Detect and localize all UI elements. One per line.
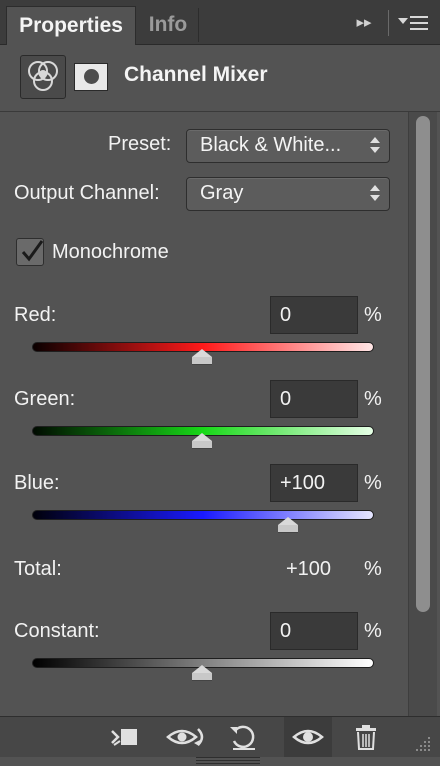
bottom-toolbar [0, 716, 440, 757]
total-percent-unit: % [364, 558, 382, 580]
blue-slider-thumb[interactable] [278, 517, 298, 533]
constant-value: 0 [280, 620, 292, 642]
constant-label: Constant: [14, 620, 100, 642]
monochrome-label: Monochrome [52, 241, 169, 263]
blue-value-field[interactable]: +100 [270, 464, 358, 502]
red-slider-thumb[interactable] [192, 349, 212, 365]
red-value-field[interactable]: 0 [270, 296, 358, 334]
checkmark-icon [21, 240, 44, 262]
vertical-scrollbar[interactable] [408, 112, 437, 716]
constant-slider-thumb[interactable] [192, 665, 212, 681]
tabbar-separator [388, 10, 389, 36]
layer-mask-icon[interactable] [74, 63, 108, 91]
resize-grip-icon[interactable] [410, 733, 432, 753]
output-channel-value: Gray [200, 182, 244, 204]
blue-percent-unit: % [364, 472, 382, 494]
constant-percent-unit: % [364, 620, 382, 642]
dropdown-arrows-icon [370, 137, 380, 155]
preset-label: Preset: [108, 133, 172, 155]
monochrome-checkbox[interactable] [16, 238, 44, 266]
red-value: 0 [280, 304, 292, 326]
collapse-panel-icon[interactable]: ▸▸ [352, 12, 376, 34]
adjustment-title: Channel Mixer [124, 63, 268, 86]
tab-properties[interactable]: Properties [6, 6, 136, 45]
clip-to-layer-icon[interactable] [106, 717, 146, 757]
view-previous-state-icon[interactable] [164, 717, 204, 757]
preset-value: Black & White... [200, 134, 342, 156]
total-value: +100 [286, 558, 332, 580]
blue-slider-track[interactable] [32, 510, 374, 520]
toggle-visibility-icon[interactable] [284, 717, 332, 757]
blue-label: Blue: [14, 472, 60, 494]
red-label: Red: [14, 304, 57, 326]
properties-header: Channel Mixer [0, 45, 440, 112]
preset-dropdown[interactable]: Black & White... [186, 129, 390, 163]
panel-menu-icon[interactable] [396, 12, 432, 34]
panel-resize-handle[interactable] [196, 757, 260, 766]
tab-divider [198, 8, 199, 42]
green-value: 0 [280, 388, 292, 410]
reset-icon[interactable] [224, 717, 264, 757]
red-percent-unit: % [364, 304, 382, 326]
total-label: Total: [14, 558, 62, 580]
channel-mixer-adjustment-icon[interactable] [20, 55, 66, 99]
green-value-field[interactable]: 0 [270, 380, 358, 418]
green-slider-thumb[interactable] [192, 433, 212, 449]
scrollbar-thumb[interactable] [416, 116, 430, 612]
output-channel-dropdown[interactable]: Gray [186, 177, 390, 211]
properties-panel: Properties Info ▸▸ Channel Mixer Preset: [0, 0, 440, 766]
blue-value: +100 [280, 472, 326, 494]
tab-info[interactable]: Info [138, 6, 198, 44]
constant-value-field[interactable]: 0 [270, 612, 358, 650]
delete-icon[interactable] [346, 717, 386, 757]
green-percent-unit: % [364, 388, 382, 410]
green-label: Green: [14, 388, 76, 410]
panel-tab-bar: Properties Info ▸▸ [0, 0, 440, 45]
dropdown-arrows-icon [370, 185, 380, 203]
output-channel-label: Output Channel: [14, 182, 160, 204]
